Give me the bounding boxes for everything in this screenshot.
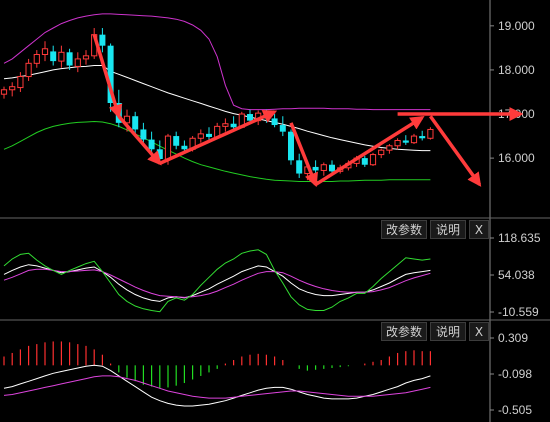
candle-body bbox=[99, 34, 106, 46]
macd-close-button[interactable]: X bbox=[469, 322, 489, 341]
candle-body bbox=[181, 145, 188, 150]
candle-body bbox=[247, 114, 253, 121]
candle-body bbox=[9, 86, 16, 91]
macd-tick-label: 0.309 bbox=[498, 331, 528, 345]
candle-body bbox=[0, 89, 8, 95]
candle-body bbox=[419, 136, 426, 139]
candle-body bbox=[369, 154, 377, 166]
candle-body bbox=[50, 51, 57, 62]
candle-body bbox=[148, 139, 155, 150]
macd-tick-label: -0.098 bbox=[498, 367, 532, 381]
candle-body bbox=[140, 129, 147, 140]
candle-body bbox=[427, 128, 434, 139]
candle-body bbox=[271, 118, 278, 126]
candle-body bbox=[378, 149, 385, 156]
candle-body bbox=[394, 139, 401, 147]
macd-tick-label: -0.505 bbox=[498, 403, 532, 417]
candle-body bbox=[66, 52, 73, 66]
candle-body bbox=[33, 54, 40, 64]
candle-body bbox=[164, 135, 172, 160]
candle-body bbox=[82, 55, 90, 60]
price-tick-label: 19.000 bbox=[498, 19, 535, 33]
kdj-j-line bbox=[3, 249, 431, 313]
kdj-d-line bbox=[3, 268, 431, 298]
candle-body bbox=[329, 164, 335, 172]
trend-arrow bbox=[428, 115, 482, 187]
candle-body bbox=[288, 131, 294, 161]
macd-dif-line bbox=[3, 364, 431, 407]
macd-dea-line bbox=[3, 375, 431, 399]
candle-body bbox=[312, 166, 319, 171]
kdj-close-button[interactable]: X bbox=[469, 220, 489, 239]
candle-body bbox=[132, 116, 139, 130]
macd-help-button[interactable]: 说明 bbox=[430, 322, 466, 341]
stock-chart: 19.00018.00017.00016.0005.610118.63554.0… bbox=[0, 0, 550, 422]
candle-body bbox=[386, 145, 393, 151]
candle-body bbox=[296, 160, 303, 174]
candle-body bbox=[279, 125, 286, 132]
kdj-tick-label: 54.038 bbox=[498, 268, 535, 282]
kdj-tick-label: 118.635 bbox=[498, 231, 541, 245]
kdj-params-button[interactable]: 改参数 bbox=[381, 220, 427, 239]
candle-body bbox=[156, 149, 163, 159]
candle-body bbox=[41, 48, 49, 55]
price-tick-label: 16.000 bbox=[498, 151, 535, 165]
kdj-help-button[interactable]: 说明 bbox=[430, 220, 466, 239]
candle-body bbox=[361, 158, 368, 165]
candle-body bbox=[230, 123, 237, 128]
candle-body bbox=[402, 140, 409, 143]
trend-arrow bbox=[314, 116, 425, 187]
price-tick-label: 18.000 bbox=[498, 63, 535, 77]
kdj-tick-label: -10.559 bbox=[498, 305, 539, 319]
candle-body bbox=[173, 136, 180, 146]
candle-body bbox=[197, 133, 204, 139]
candle-body bbox=[74, 58, 81, 67]
macd-params-button[interactable]: 改参数 bbox=[381, 322, 427, 341]
candle-body bbox=[58, 51, 65, 62]
candle-body bbox=[222, 123, 229, 127]
candle-body bbox=[410, 135, 418, 144]
trend-arrow bbox=[92, 34, 123, 119]
candle-body bbox=[17, 76, 24, 89]
candle-body bbox=[25, 62, 32, 78]
kdj-k-line bbox=[3, 264, 431, 302]
candle-body bbox=[320, 164, 327, 171]
candle-body bbox=[206, 133, 212, 137]
